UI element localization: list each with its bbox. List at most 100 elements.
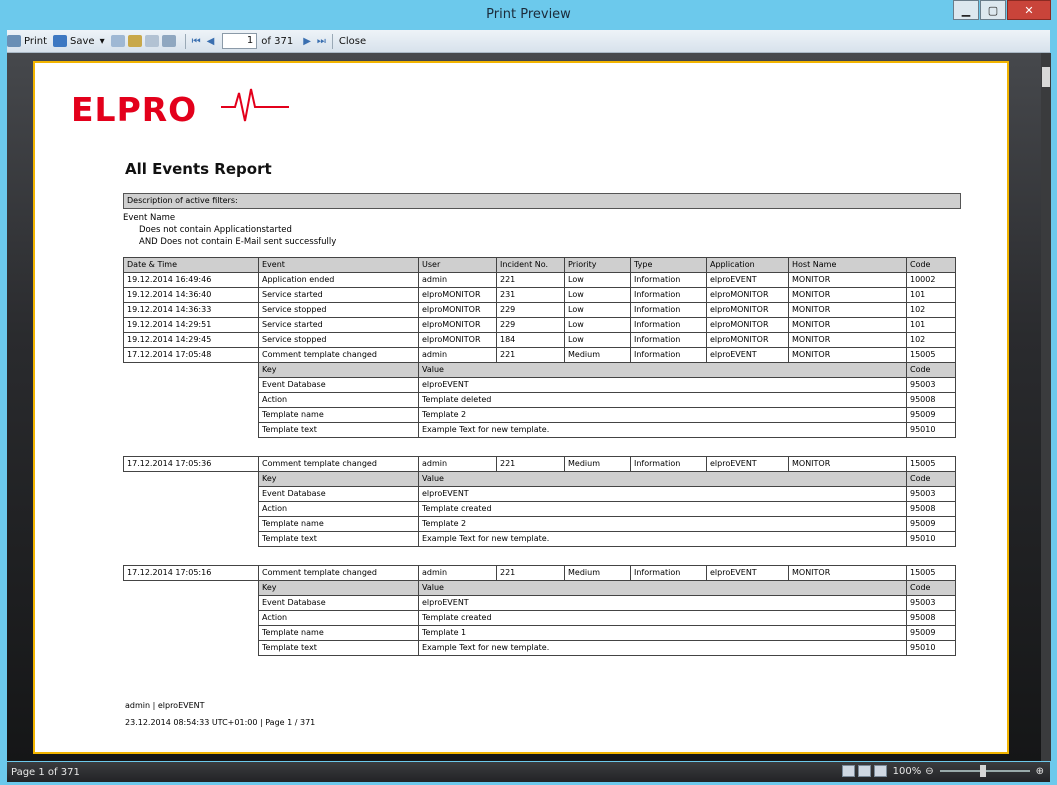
events-table: Date & Time Event User Incident No. Priority… bbox=[123, 257, 956, 438]
zoom-in-icon[interactable]: ⊕ bbox=[1036, 766, 1044, 777]
single-page-view-icon[interactable] bbox=[841, 765, 855, 777]
save-label: Save bbox=[70, 35, 95, 47]
table-cell: Information bbox=[630, 332, 707, 348]
table-row: 17.12.2014 17:05:48 Comment template chan… bbox=[123, 347, 956, 363]
maximize-button[interactable]: ▢ bbox=[980, 0, 1006, 20]
close-button[interactable]: Close bbox=[339, 36, 366, 47]
table-cell: 10002 bbox=[906, 272, 956, 288]
detail-cell: Event Database bbox=[258, 377, 419, 393]
detail-header-cell: Code bbox=[906, 471, 956, 487]
first-page-icon[interactable]: ⏮ bbox=[192, 36, 201, 47]
detail-cell: Example Text for new template. bbox=[418, 531, 907, 547]
footer-user: admin | elproEVENT bbox=[125, 701, 205, 710]
print-button[interactable]: Print bbox=[7, 35, 47, 47]
table-cell: Application ended bbox=[258, 272, 419, 288]
detail-header-cell: Value bbox=[418, 362, 907, 378]
table-cell: elproEVENT bbox=[706, 272, 789, 288]
table-row: 19.12.2014 14:36:40 Service started elproM… bbox=[123, 287, 956, 303]
table-cell: Host Name bbox=[788, 257, 907, 273]
previous-page-icon[interactable]: ◀ bbox=[207, 36, 215, 47]
table-cell: elproEVENT bbox=[706, 456, 789, 472]
detail-header-cell: Value bbox=[418, 580, 907, 596]
table-cell: 102 bbox=[906, 332, 956, 348]
close-window-button[interactable]: ✕ bbox=[1007, 0, 1051, 20]
zoom-level: 100% bbox=[892, 765, 922, 777]
detail-row: Template text Example Text for new templa… bbox=[123, 640, 956, 656]
detail-cell: 95003 bbox=[906, 595, 956, 611]
report-title: All Events Report bbox=[125, 160, 272, 178]
table-cell: 19.12.2014 14:36:33 bbox=[123, 302, 259, 318]
detail-cell: Template name bbox=[258, 516, 419, 532]
email-icon[interactable] bbox=[110, 35, 125, 47]
table-cell: Comment template changed bbox=[258, 565, 419, 581]
detail-cell: Action bbox=[258, 392, 419, 408]
scroll-thumb[interactable] bbox=[1042, 67, 1050, 87]
table-cell: MONITOR bbox=[788, 302, 907, 318]
detail-header-row: Key Value Code bbox=[123, 471, 956, 487]
detail-cell: 95010 bbox=[906, 422, 956, 438]
table-cell: Low bbox=[564, 272, 631, 288]
detail-header-cell: Key bbox=[258, 362, 419, 378]
detail-cell: 95008 bbox=[906, 610, 956, 626]
continuous-view-icon[interactable] bbox=[873, 765, 887, 777]
fit-page-icon[interactable] bbox=[857, 765, 871, 777]
table-cell: 221 bbox=[496, 347, 565, 363]
zoom-out-icon[interactable]: ⊖ bbox=[925, 766, 933, 777]
detail-cell: Example Text for new template. bbox=[418, 422, 907, 438]
table-cell: Medium bbox=[564, 456, 631, 472]
detail-cell: 95008 bbox=[906, 392, 956, 408]
table-cell: Type bbox=[630, 257, 707, 273]
floppy-disk-icon bbox=[53, 35, 68, 47]
table-cell: Medium bbox=[564, 347, 631, 363]
table-row: 17.12.2014 17:05:16 Comment template chan… bbox=[123, 565, 956, 581]
table-cell: admin bbox=[418, 565, 497, 581]
detail-row: Action Template deleted 95008 bbox=[123, 392, 956, 408]
detail-cell: Event Database bbox=[258, 595, 419, 611]
table-cell: Service stopped bbox=[258, 332, 419, 348]
page-setup-icon[interactable] bbox=[144, 35, 159, 47]
dropdown-arrow-icon: ▾ bbox=[99, 35, 105, 47]
print-label: Print bbox=[24, 35, 48, 47]
title-bar: Print Preview ▁ ▢ ✕ bbox=[0, 0, 1057, 30]
parameters-icon[interactable] bbox=[161, 35, 176, 47]
filter-section: Description of active filters: Event Nam… bbox=[123, 193, 961, 248]
detail-cell: elproEVENT bbox=[418, 486, 907, 502]
last-page-icon[interactable]: ⏭ bbox=[317, 36, 326, 47]
table-cell: 15005 bbox=[906, 347, 956, 363]
save-button[interactable]: Save ▾ bbox=[53, 35, 105, 47]
detail-cell: Template name bbox=[258, 407, 419, 423]
minimize-button[interactable]: ▁ bbox=[953, 0, 979, 20]
table-cell: MONITOR bbox=[788, 317, 907, 333]
detail-header-cell: Code bbox=[906, 362, 956, 378]
table-row: 19.12.2014 16:49:46 Application ended admi… bbox=[123, 272, 956, 288]
table-cell: Date & Time bbox=[123, 257, 259, 273]
find-icon[interactable] bbox=[127, 35, 142, 47]
next-page-icon[interactable]: ▶ bbox=[303, 36, 311, 47]
zoom-slider-knob[interactable] bbox=[979, 765, 986, 777]
events-table: 17.12.2014 17:05:16 Comment template chan… bbox=[123, 565, 956, 656]
table-cell: 19.12.2014 16:49:46 bbox=[123, 272, 259, 288]
table-cell: admin bbox=[418, 347, 497, 363]
table-cell: 102 bbox=[906, 302, 956, 318]
page-number-input[interactable]: 1 bbox=[222, 33, 258, 49]
table-cell: 101 bbox=[906, 287, 956, 303]
zoom-slider[interactable] bbox=[939, 765, 1030, 777]
table-cell: 221 bbox=[496, 272, 565, 288]
detail-row: Template text Example Text for new templa… bbox=[123, 422, 956, 438]
detail-row: Template name Template 1 95009 bbox=[123, 625, 956, 641]
vertical-scrollbar[interactable] bbox=[1041, 53, 1051, 761]
detail-row: Template text Example Text for new templa… bbox=[123, 531, 956, 547]
table-cell: Comment template changed bbox=[258, 456, 419, 472]
detail-cell: 95003 bbox=[906, 486, 956, 502]
table-cell: elproMONITOR bbox=[706, 317, 789, 333]
detail-header-cell: Key bbox=[258, 580, 419, 596]
table-cell: MONITOR bbox=[788, 272, 907, 288]
table-cell: Application bbox=[706, 257, 789, 273]
detail-cell: Template deleted bbox=[418, 392, 907, 408]
table-cell: Information bbox=[630, 317, 707, 333]
table-cell: elproMONITOR bbox=[418, 287, 497, 303]
detail-cell: 95009 bbox=[906, 407, 956, 423]
detail-cell: Template text bbox=[258, 422, 419, 438]
preview-area[interactable]: ELPRO All Events Report Description of a… bbox=[7, 53, 1041, 761]
table-cell: 15005 bbox=[906, 565, 956, 581]
